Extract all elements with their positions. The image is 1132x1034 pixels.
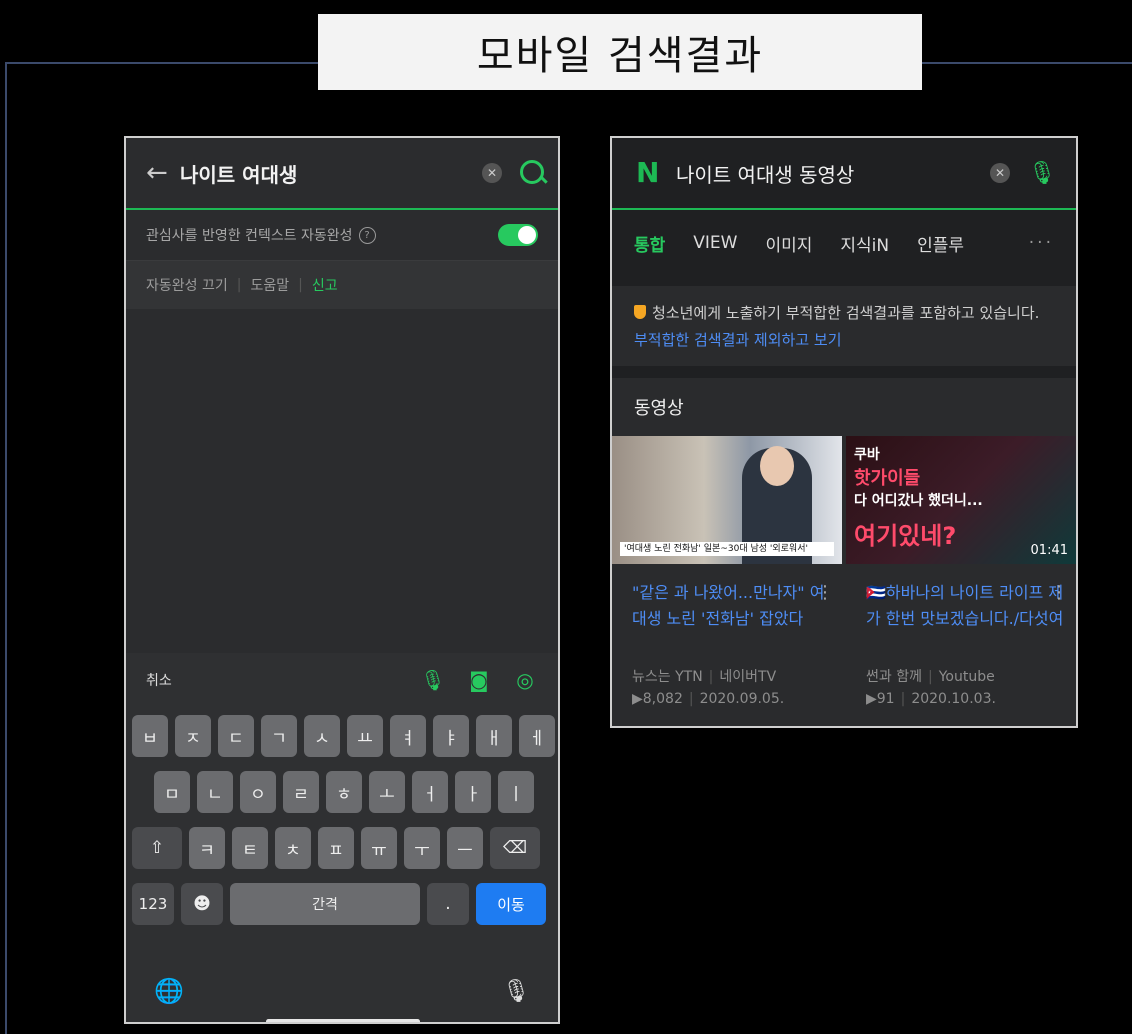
go-key[interactable]: 이동 <box>476 883 546 925</box>
key[interactable]: ㅌ <box>232 827 268 869</box>
help-link[interactable]: 도움말 <box>250 275 289 295</box>
clear-icon[interactable]: ✕ <box>482 163 502 183</box>
exclude-inappropriate-link[interactable]: 부적합한 검색결과 제외하고 보기 <box>634 331 842 349</box>
naver-logo[interactable]: N <box>636 159 659 187</box>
key[interactable]: ㅜ <box>404 827 440 869</box>
key[interactable]: ㅣ <box>498 771 534 813</box>
clear-icon[interactable]: ✕ <box>990 163 1011 183</box>
key[interactable]: ㅑ <box>433 715 469 757</box>
tab-knowledge-in[interactable]: 지식iN <box>840 231 889 256</box>
keyboard-row-1: ㅂ ㅈ ㄷ ㄱ ㅅ ㅛ ㅕ ㅑ ㅐ ㅔ <box>132 715 555 757</box>
shift-key[interactable]: ⇧ <box>132 827 182 869</box>
video-title[interactable]: "같은 과 나왔어...만나자" 여대생 노린 '전화남' 잡았다 ⋮ <box>612 564 842 660</box>
backspace-key[interactable]: ⌫ <box>490 827 540 869</box>
key[interactable]: ㅏ <box>455 771 491 813</box>
key[interactable]: ㅋ <box>189 827 225 869</box>
key[interactable]: ㅊ <box>275 827 311 869</box>
back-arrow-icon[interactable]: ← <box>146 158 180 188</box>
key[interactable]: ㄹ <box>283 771 319 813</box>
notice-text: 청소년에게 노출하기 부적합한 검색결과를 포함하고 있습니다. <box>652 304 1040 322</box>
search-input[interactable]: 나이트 여대생 동영상 <box>676 159 990 188</box>
key[interactable]: ㅐ <box>476 715 512 757</box>
space-key[interactable]: 간격 <box>230 883 420 925</box>
dictation-microphone-icon[interactable]: 🎙 <box>502 979 530 1004</box>
tab-view[interactable]: VIEW <box>693 233 737 253</box>
video-meta: 썬과 함께 | Youtube ▶91 | 2020.10.03. <box>866 669 996 707</box>
key[interactable]: ㅇ <box>240 771 276 813</box>
search-input[interactable]: 나이트 여대생 <box>180 159 482 188</box>
tab-images[interactable]: 이미지 <box>765 231 812 256</box>
keyboard: 취소 🎙 ◙ ◎ ㅂ ㅈ ㄷ ㄱ ㅅ ㅛ ㅕ ㅑ ㅐ ㅔ ㅁ ㄴ ㅇ ㄹ ㅎ ㅗ <box>126 653 558 1022</box>
thumbnail-caption: '여대생 노린 전화남' 일본~30대 남성 '외로워서' <box>620 542 834 556</box>
video-duration: 01:41 <box>1030 543 1068 558</box>
key[interactable]: ㅍ <box>318 827 354 869</box>
video-section: 동영상 '여대생 노린 전화남' 일본~30대 남성 '외로워서' "같은 과 … <box>612 378 1076 726</box>
context-autocomplete-row: 관심사를 반영한 컨텍스트 자동완성 ? <box>126 210 558 261</box>
autocomplete-links: 자동완성 끄기 | 도움말 | 신고 <box>126 261 558 309</box>
search-bar: ← 나이트 여대생 ✕ <box>126 138 558 210</box>
key[interactable]: ㅔ <box>519 715 555 757</box>
more-options-icon[interactable]: ⋮ <box>1050 580 1068 606</box>
left-phone-screenshot: ← 나이트 여대생 ✕ 관심사를 반영한 컨텍스트 자동완성 ? 자동완성 끄기… <box>124 136 560 1024</box>
key[interactable]: ㅁ <box>154 771 190 813</box>
camera-search-icon[interactable]: ◙ <box>466 667 492 693</box>
tab-influencer[interactable]: 인플루 <box>917 231 964 256</box>
keyboard-toolbar: 취소 🎙 ◙ ◎ <box>126 653 558 707</box>
help-icon[interactable]: ? <box>358 226 376 244</box>
key[interactable]: ㅛ <box>347 715 383 757</box>
keyboard-row-4: 123 ☻ 간격 . 이동 <box>132 883 546 925</box>
context-autocomplete-label: 관심사를 반영한 컨텍스트 자동완성 <box>146 228 353 244</box>
key[interactable]: ㅅ <box>304 715 340 757</box>
slide-frame-left-line <box>5 62 7 1034</box>
right-phone-screenshot: N 나이트 여대생 동영상 ✕ 🎙 통합 VIEW 이미지 지식iN 인플루 ·… <box>610 136 1078 728</box>
microphone-icon[interactable]: 🎙 <box>420 667 446 693</box>
cancel-button[interactable]: 취소 <box>146 670 172 690</box>
more-options-icon[interactable]: ⋮ <box>816 580 834 606</box>
key[interactable]: ㅗ <box>369 771 405 813</box>
search-tabs: 통합 VIEW 이미지 지식iN 인플루 ··· <box>612 210 1076 276</box>
video-title[interactable]: 🇨🇺하바나의 나이트 라이프 제가 한번 맛보겠습니다./다섯여 ⋮ <box>846 564 1076 660</box>
search-icon[interactable] <box>520 160 548 186</box>
video-meta: 뉴스는 YTN | 네이버TV ▶8,082 | 2020.09.05. <box>632 669 785 707</box>
tab-integrated[interactable]: 통합 <box>634 231 665 256</box>
microphone-icon[interactable]: 🎙 <box>1028 161 1056 186</box>
video-list: '여대생 노린 전화남' 일본~30대 남성 '외로워서' "같은 과 나왔어.… <box>612 436 1076 710</box>
shield-icon <box>634 305 646 319</box>
slide-title: 모바일 검색결과 <box>318 14 922 90</box>
section-title: 동영상 <box>634 398 684 419</box>
key[interactable]: ㅂ <box>132 715 168 757</box>
video-item[interactable]: '여대생 노린 전화남' 일본~30대 남성 '외로워서' "같은 과 나왔어.… <box>612 436 842 710</box>
video-item[interactable]: 쿠바 핫가이들 다 어디갔나 했더니... 여기있네? 01:41 🇨🇺하바나의… <box>846 436 1076 710</box>
search-bar: N 나이트 여대생 동영상 ✕ 🎙 <box>612 138 1076 210</box>
report-link[interactable]: 신고 <box>312 275 338 295</box>
video-thumbnail[interactable]: '여대생 노린 전화남' 일본~30대 남성 '외로워서' <box>612 436 842 564</box>
numbers-key[interactable]: 123 <box>132 883 174 925</box>
key[interactable]: ㅠ <box>361 827 397 869</box>
globe-icon[interactable]: 🌐 <box>154 977 184 1005</box>
youth-warning-notice: 청소년에게 노출하기 부적합한 검색결과를 포함하고 있습니다. 부적합한 검색… <box>612 286 1076 366</box>
key[interactable]: ㄷ <box>218 715 254 757</box>
key[interactable]: ㅡ <box>447 827 483 869</box>
key[interactable]: ㅓ <box>412 771 448 813</box>
emoji-key[interactable]: ☻ <box>181 883 223 925</box>
more-tabs-icon[interactable]: ··· <box>1029 233 1054 253</box>
home-indicator <box>266 1019 420 1022</box>
period-key[interactable]: . <box>427 883 469 925</box>
video-thumbnail[interactable]: 쿠바 핫가이들 다 어디갔나 했더니... 여기있네? 01:41 <box>846 436 1076 564</box>
suggestions-area <box>126 309 558 653</box>
autocomplete-off-link[interactable]: 자동완성 끄기 <box>146 275 228 295</box>
keyboard-row-3: ⇧ ㅋ ㅌ ㅊ ㅍ ㅠ ㅜ ㅡ ⌫ <box>132 827 540 869</box>
key[interactable]: ㅎ <box>326 771 362 813</box>
key[interactable]: ㄱ <box>261 715 297 757</box>
key[interactable]: ㄴ <box>197 771 233 813</box>
context-autocomplete-toggle[interactable] <box>498 224 538 246</box>
music-search-icon[interactable]: ◎ <box>512 667 538 693</box>
key[interactable]: ㅕ <box>390 715 426 757</box>
keyboard-row-2: ㅁ ㄴ ㅇ ㄹ ㅎ ㅗ ㅓ ㅏ ㅣ <box>154 771 534 813</box>
keyboard-bottom-bar: 🌐 🎙 <box>126 971 558 1011</box>
key[interactable]: ㅈ <box>175 715 211 757</box>
